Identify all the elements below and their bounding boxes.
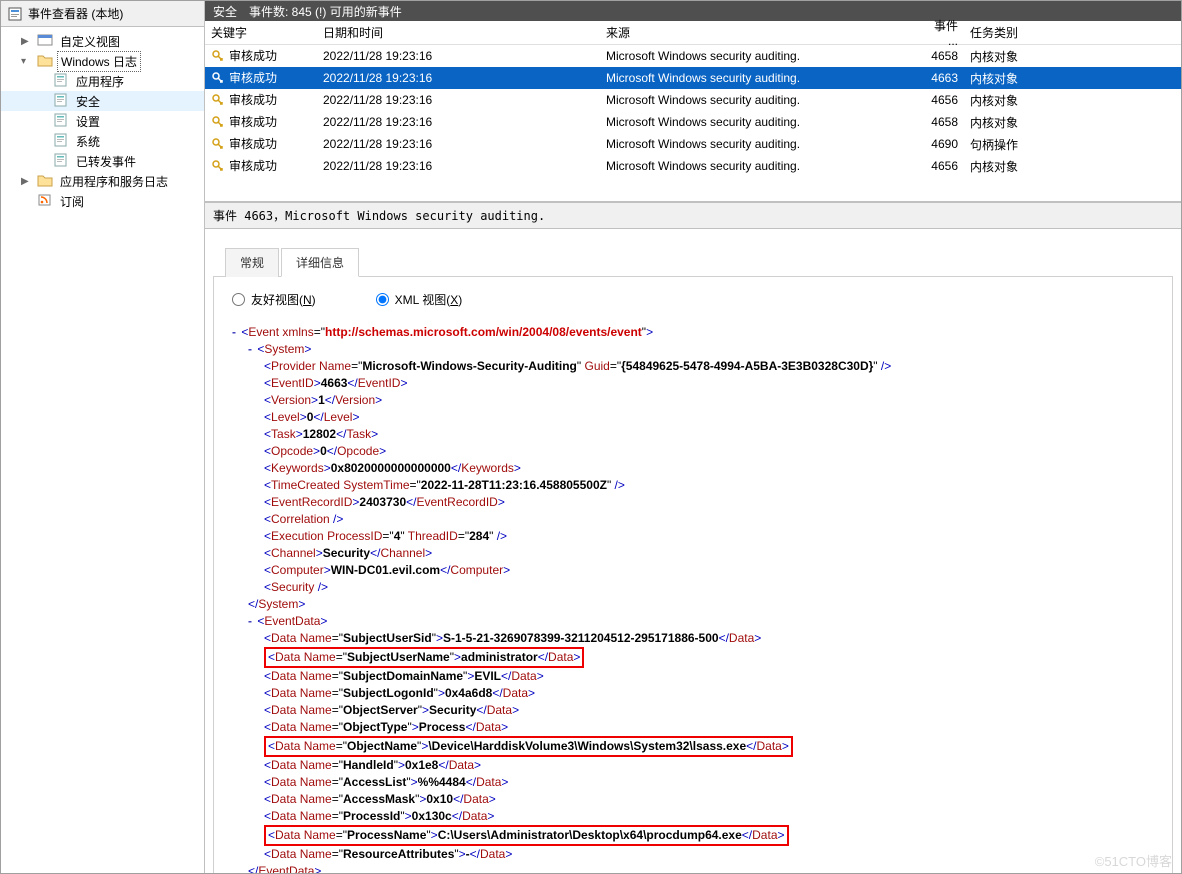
table-row[interactable]: 审核成功2022/11/28 19:23:16Microsoft Windows… bbox=[205, 111, 1181, 133]
event-grid: 关键字 日期和时间 来源 事件 ... 任务类别 审核成功2022/11/28 … bbox=[205, 21, 1181, 202]
col-category[interactable]: 任务类别 bbox=[964, 20, 1181, 45]
key-icon bbox=[211, 71, 225, 88]
radio-friendly-view[interactable]: 友好视图(N) bbox=[232, 291, 316, 308]
tree-item[interactable]: ▶订阅 bbox=[1, 191, 204, 211]
col-source[interactable]: 来源 bbox=[600, 20, 916, 45]
tree-item-label: 设置 bbox=[73, 112, 103, 131]
twisty-icon[interactable]: ▶ bbox=[21, 176, 33, 187]
log-icon bbox=[49, 93, 73, 110]
tree-item-label: 应用程序 bbox=[73, 72, 127, 91]
tree-item-label: 自定义视图 bbox=[57, 32, 123, 51]
tree-item[interactable]: ▶ 应用程序和服务日志 bbox=[1, 171, 204, 191]
detail-pane: 常规 详细信息 友好视图(N) XML 视图(X) - <Event xmlns… bbox=[205, 229, 1181, 873]
log-icon bbox=[49, 113, 73, 130]
log-icon bbox=[49, 73, 73, 90]
main-pane: 安全 事件数: 845 (!) 可用的新事件 关键字 日期和时间 来源 事件 .… bbox=[205, 1, 1181, 873]
radio-xml-view[interactable]: XML 视图(X) bbox=[376, 291, 463, 308]
sidebar: 事件查看器 (本地) ▶ 自定义视图 ▾ Windows 日志应用程序安全设置系统已转… bbox=[1, 1, 205, 873]
tree-item[interactable]: ▶ 自定义视图 bbox=[1, 31, 204, 51]
tree-item[interactable]: 应用程序 bbox=[1, 71, 204, 91]
tree-item-label: 应用程序和服务日志 bbox=[57, 172, 171, 191]
key-icon bbox=[211, 137, 225, 154]
twisty-icon[interactable]: ▶ bbox=[21, 36, 33, 47]
tree-item-label: 安全 bbox=[73, 92, 103, 111]
tab-general[interactable]: 常规 bbox=[225, 248, 279, 277]
folder-icon bbox=[33, 173, 57, 190]
folder-icon bbox=[33, 53, 57, 70]
tree-item-label: 已转发事件 bbox=[73, 152, 139, 171]
col-datetime[interactable]: 日期和时间 bbox=[317, 20, 600, 45]
views-icon bbox=[33, 33, 57, 50]
table-row[interactable]: 审核成功2022/11/28 19:23:16Microsoft Windows… bbox=[205, 67, 1181, 89]
tree-item-label: Windows 日志 bbox=[57, 51, 141, 72]
col-keyword[interactable]: 关键字 bbox=[205, 20, 317, 45]
topbar-scope: 安全 bbox=[213, 3, 237, 20]
table-row[interactable]: 审核成功2022/11/28 19:23:16Microsoft Windows… bbox=[205, 45, 1181, 67]
tree-item-label: 订阅 bbox=[57, 192, 87, 211]
grid-body[interactable]: 审核成功2022/11/28 19:23:16Microsoft Windows… bbox=[205, 45, 1181, 201]
tabs: 常规 详细信息 bbox=[213, 237, 1173, 276]
table-row[interactable]: 审核成功2022/11/28 19:23:16Microsoft Windows… bbox=[205, 133, 1181, 155]
tree-item-label: 系统 bbox=[73, 132, 103, 151]
key-icon bbox=[211, 115, 225, 132]
subscription-icon bbox=[33, 193, 57, 210]
tree-item[interactable]: 系统 bbox=[1, 131, 204, 151]
eventviewer-icon bbox=[7, 6, 23, 22]
tree: ▶ 自定义视图 ▾ Windows 日志应用程序安全设置系统已转发事件 ▶ 应用程序和服务… bbox=[1, 27, 204, 215]
table-row[interactable]: 审核成功2022/11/28 19:23:16Microsoft Windows… bbox=[205, 89, 1181, 111]
tree-item[interactable]: 安全 bbox=[1, 91, 204, 111]
tree-item[interactable]: ▾ Windows 日志 bbox=[1, 51, 204, 71]
key-icon bbox=[211, 159, 225, 176]
topbar-count: 事件数: 845 (!) 可用的新事件 bbox=[249, 3, 402, 20]
tree-item[interactable]: 已转发事件 bbox=[1, 151, 204, 171]
grid-header: 关键字 日期和时间 来源 事件 ... 任务类别 bbox=[205, 21, 1181, 45]
xml-content: - <Event xmlns="http://schemas.microsoft… bbox=[232, 324, 1154, 873]
twisty-icon[interactable]: ▾ bbox=[21, 56, 33, 67]
tree-item[interactable]: 设置 bbox=[1, 111, 204, 131]
topbar: 安全 事件数: 845 (!) 可用的新事件 bbox=[205, 1, 1181, 21]
table-row[interactable]: 审核成功2022/11/28 19:23:16Microsoft Windows… bbox=[205, 155, 1181, 177]
key-icon bbox=[211, 93, 225, 110]
sidebar-title: 事件查看器 (本地) bbox=[1, 1, 204, 27]
tab-body: 友好视图(N) XML 视图(X) - <Event xmlns="http:/… bbox=[213, 276, 1173, 873]
log-icon bbox=[49, 153, 73, 170]
log-icon bbox=[49, 133, 73, 150]
key-icon bbox=[211, 49, 225, 66]
detail-header: 事件 4663，Microsoft Windows security audit… bbox=[205, 202, 1181, 229]
tab-details[interactable]: 详细信息 bbox=[281, 248, 359, 277]
